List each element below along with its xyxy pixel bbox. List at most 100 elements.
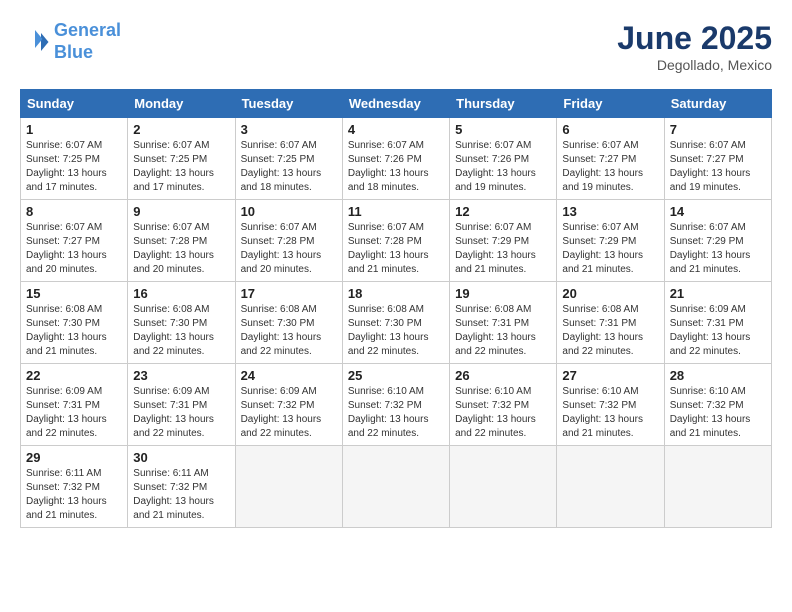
day-number: 9 [133, 204, 229, 219]
day-info: Sunrise: 6:10 AM Sunset: 7:32 PM Dayligh… [562, 385, 658, 441]
day-info: Sunrise: 6:07 AM Sunset: 7:26 PM Dayligh… [348, 139, 444, 195]
day-number: 26 [455, 368, 551, 383]
day-info: Sunrise: 6:09 AM Sunset: 7:32 PM Dayligh… [241, 385, 337, 441]
calendar-row-4: 22 Sunrise: 6:09 AM Sunset: 7:31 PM Dayl… [21, 364, 772, 446]
day-number: 19 [455, 286, 551, 301]
day-info: Sunrise: 6:07 AM Sunset: 7:25 PM Dayligh… [26, 139, 122, 195]
day-info: Sunrise: 6:07 AM Sunset: 7:26 PM Dayligh… [455, 139, 551, 195]
day-cell-27: 27 Sunrise: 6:10 AM Sunset: 7:32 PM Dayl… [557, 364, 664, 446]
day-number: 3 [241, 122, 337, 137]
day-number: 10 [241, 204, 337, 219]
day-number: 22 [26, 368, 122, 383]
day-number: 1 [26, 122, 122, 137]
day-info: Sunrise: 6:09 AM Sunset: 7:31 PM Dayligh… [26, 385, 122, 441]
calendar-row-2: 8 Sunrise: 6:07 AM Sunset: 7:27 PM Dayli… [21, 200, 772, 282]
day-info: Sunrise: 6:08 AM Sunset: 7:30 PM Dayligh… [348, 303, 444, 359]
day-cell-20: 20 Sunrise: 6:08 AM Sunset: 7:31 PM Dayl… [557, 282, 664, 364]
calendar-row-3: 15 Sunrise: 6:08 AM Sunset: 7:30 PM Dayl… [21, 282, 772, 364]
calendar-row-1: 1 Sunrise: 6:07 AM Sunset: 7:25 PM Dayli… [21, 118, 772, 200]
day-number: 7 [670, 122, 766, 137]
empty-cell [450, 446, 557, 528]
day-info: Sunrise: 6:10 AM Sunset: 7:32 PM Dayligh… [455, 385, 551, 441]
day-number: 14 [670, 204, 766, 219]
day-cell-19: 19 Sunrise: 6:08 AM Sunset: 7:31 PM Dayl… [450, 282, 557, 364]
weekday-header-monday: Monday [128, 90, 235, 118]
day-info: Sunrise: 6:09 AM Sunset: 7:31 PM Dayligh… [133, 385, 229, 441]
day-number: 30 [133, 450, 229, 465]
day-cell-6: 6 Sunrise: 6:07 AM Sunset: 7:27 PM Dayli… [557, 118, 664, 200]
day-number: 4 [348, 122, 444, 137]
day-cell-29: 29 Sunrise: 6:11 AM Sunset: 7:32 PM Dayl… [21, 446, 128, 528]
logo-text: General Blue [54, 20, 121, 63]
day-number: 13 [562, 204, 658, 219]
day-number: 25 [348, 368, 444, 383]
day-info: Sunrise: 6:07 AM Sunset: 7:25 PM Dayligh… [133, 139, 229, 195]
day-number: 18 [348, 286, 444, 301]
day-cell-28: 28 Sunrise: 6:10 AM Sunset: 7:32 PM Dayl… [664, 364, 771, 446]
day-number: 11 [348, 204, 444, 219]
day-cell-4: 4 Sunrise: 6:07 AM Sunset: 7:26 PM Dayli… [342, 118, 449, 200]
day-cell-25: 25 Sunrise: 6:10 AM Sunset: 7:32 PM Dayl… [342, 364, 449, 446]
page-header: General Blue June 2025 Degollado, Mexico [20, 20, 772, 73]
day-number: 29 [26, 450, 122, 465]
day-cell-7: 7 Sunrise: 6:07 AM Sunset: 7:27 PM Dayli… [664, 118, 771, 200]
weekday-header-thursday: Thursday [450, 90, 557, 118]
logo-general: General [54, 20, 121, 40]
logo: General Blue [20, 20, 121, 63]
day-info: Sunrise: 6:08 AM Sunset: 7:31 PM Dayligh… [455, 303, 551, 359]
day-cell-3: 3 Sunrise: 6:07 AM Sunset: 7:25 PM Dayli… [235, 118, 342, 200]
day-cell-16: 16 Sunrise: 6:08 AM Sunset: 7:30 PM Dayl… [128, 282, 235, 364]
day-info: Sunrise: 6:07 AM Sunset: 7:28 PM Dayligh… [348, 221, 444, 277]
day-number: 12 [455, 204, 551, 219]
day-cell-21: 21 Sunrise: 6:09 AM Sunset: 7:31 PM Dayl… [664, 282, 771, 364]
weekday-header-sunday: Sunday [21, 90, 128, 118]
day-number: 20 [562, 286, 658, 301]
day-number: 27 [562, 368, 658, 383]
day-info: Sunrise: 6:07 AM Sunset: 7:27 PM Dayligh… [562, 139, 658, 195]
day-cell-5: 5 Sunrise: 6:07 AM Sunset: 7:26 PM Dayli… [450, 118, 557, 200]
day-cell-24: 24 Sunrise: 6:09 AM Sunset: 7:32 PM Dayl… [235, 364, 342, 446]
empty-cell [664, 446, 771, 528]
day-cell-8: 8 Sunrise: 6:07 AM Sunset: 7:27 PM Dayli… [21, 200, 128, 282]
weekday-header-saturday: Saturday [664, 90, 771, 118]
day-info: Sunrise: 6:07 AM Sunset: 7:28 PM Dayligh… [241, 221, 337, 277]
location: Degollado, Mexico [617, 57, 772, 73]
weekday-header-tuesday: Tuesday [235, 90, 342, 118]
day-info: Sunrise: 6:11 AM Sunset: 7:32 PM Dayligh… [133, 467, 229, 523]
day-number: 15 [26, 286, 122, 301]
day-number: 6 [562, 122, 658, 137]
day-number: 2 [133, 122, 229, 137]
day-info: Sunrise: 6:07 AM Sunset: 7:28 PM Dayligh… [133, 221, 229, 277]
day-info: Sunrise: 6:08 AM Sunset: 7:31 PM Dayligh… [562, 303, 658, 359]
day-cell-10: 10 Sunrise: 6:07 AM Sunset: 7:28 PM Dayl… [235, 200, 342, 282]
day-info: Sunrise: 6:07 AM Sunset: 7:27 PM Dayligh… [670, 139, 766, 195]
day-info: Sunrise: 6:08 AM Sunset: 7:30 PM Dayligh… [133, 303, 229, 359]
day-number: 16 [133, 286, 229, 301]
day-info: Sunrise: 6:07 AM Sunset: 7:25 PM Dayligh… [241, 139, 337, 195]
day-info: Sunrise: 6:09 AM Sunset: 7:31 PM Dayligh… [670, 303, 766, 359]
empty-cell [342, 446, 449, 528]
day-info: Sunrise: 6:07 AM Sunset: 7:29 PM Dayligh… [455, 221, 551, 277]
month-title: June 2025 [617, 20, 772, 57]
day-info: Sunrise: 6:07 AM Sunset: 7:29 PM Dayligh… [562, 221, 658, 277]
calendar-row-5: 29 Sunrise: 6:11 AM Sunset: 7:32 PM Dayl… [21, 446, 772, 528]
day-info: Sunrise: 6:10 AM Sunset: 7:32 PM Dayligh… [670, 385, 766, 441]
day-info: Sunrise: 6:10 AM Sunset: 7:32 PM Dayligh… [348, 385, 444, 441]
day-cell-18: 18 Sunrise: 6:08 AM Sunset: 7:30 PM Dayl… [342, 282, 449, 364]
day-info: Sunrise: 6:07 AM Sunset: 7:29 PM Dayligh… [670, 221, 766, 277]
day-cell-26: 26 Sunrise: 6:10 AM Sunset: 7:32 PM Dayl… [450, 364, 557, 446]
calendar-table: SundayMondayTuesdayWednesdayThursdayFrid… [20, 89, 772, 528]
day-cell-2: 2 Sunrise: 6:07 AM Sunset: 7:25 PM Dayli… [128, 118, 235, 200]
day-cell-11: 11 Sunrise: 6:07 AM Sunset: 7:28 PM Dayl… [342, 200, 449, 282]
day-cell-1: 1 Sunrise: 6:07 AM Sunset: 7:25 PM Dayli… [21, 118, 128, 200]
day-number: 24 [241, 368, 337, 383]
day-number: 8 [26, 204, 122, 219]
logo-blue: Blue [54, 42, 93, 62]
day-info: Sunrise: 6:08 AM Sunset: 7:30 PM Dayligh… [241, 303, 337, 359]
day-cell-23: 23 Sunrise: 6:09 AM Sunset: 7:31 PM Dayl… [128, 364, 235, 446]
day-cell-13: 13 Sunrise: 6:07 AM Sunset: 7:29 PM Dayl… [557, 200, 664, 282]
day-info: Sunrise: 6:11 AM Sunset: 7:32 PM Dayligh… [26, 467, 122, 523]
day-info: Sunrise: 6:08 AM Sunset: 7:30 PM Dayligh… [26, 303, 122, 359]
empty-cell [235, 446, 342, 528]
day-cell-22: 22 Sunrise: 6:09 AM Sunset: 7:31 PM Dayl… [21, 364, 128, 446]
